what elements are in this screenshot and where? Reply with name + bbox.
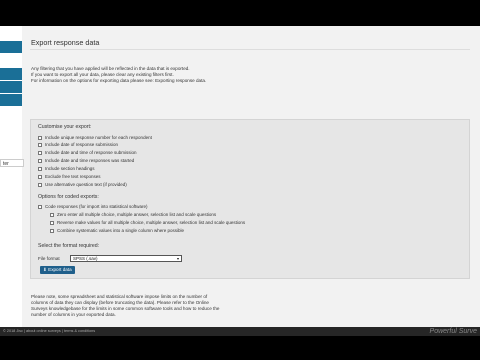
checkbox[interactable]: [38, 158, 42, 163]
checkbox[interactable]: [38, 182, 42, 187]
file-format-select[interactable]: SPSS (.sav) ▾: [70, 255, 182, 262]
checkbox[interactable]: [38, 166, 42, 171]
site-footer: © 2018 Jisc | about online surveys | ter…: [0, 327, 480, 336]
divider: [30, 49, 470, 50]
option-code-responses[interactable]: Code responses (for import into statisti…: [38, 204, 148, 209]
option-response-number[interactable]: Include unique response number for each …: [38, 135, 152, 140]
download-icon: ⬇: [43, 267, 47, 272]
sidebar-button[interactable]: [0, 94, 22, 106]
option-section-headings[interactable]: Include section headings: [38, 166, 95, 171]
option-submission-date[interactable]: Include date of response submission: [38, 142, 118, 147]
note-line: number of columns in your exported data.: [31, 312, 116, 317]
checkbox[interactable]: [38, 150, 42, 155]
intro-line: For information on the options for expor…: [31, 78, 207, 83]
option-alternative-text[interactable]: Use alternative question text (if provid…: [38, 182, 127, 187]
option-submission-datetime[interactable]: Include date and time of response submis…: [38, 150, 137, 155]
checkbox[interactable]: [38, 174, 42, 179]
column-limit-note: Please note, some spreadsheet and statis…: [31, 294, 219, 318]
export-data-button[interactable]: ⬇ Export data: [40, 266, 75, 274]
checkbox[interactable]: [38, 204, 42, 209]
coded-title: Options for coded exports:: [38, 194, 99, 200]
export-options-panel: Customise your export: Include unique re…: [30, 119, 470, 279]
footer-tagline: Powerful Surve: [429, 328, 477, 335]
option-exclude-free-text[interactable]: Exclude free text responses: [38, 174, 101, 179]
main-content: Export response data Any filtering that …: [27, 26, 480, 317]
browser-viewport: ter Export response data Any filtering t…: [0, 26, 480, 336]
sidebar-button[interactable]: [0, 41, 22, 53]
footer-links[interactable]: © 2018 Jisc | about online surveys | ter…: [3, 329, 95, 333]
checkbox[interactable]: [50, 220, 54, 225]
page-title: Export response data: [31, 38, 100, 47]
checkbox[interactable]: [50, 228, 54, 233]
intro-text: Any filtering that you have applied will…: [31, 66, 206, 84]
file-format-label: File format: [38, 256, 60, 261]
checkbox[interactable]: [50, 212, 54, 217]
checkbox[interactable]: [38, 135, 42, 140]
sidebar-button[interactable]: [0, 68, 22, 80]
option-zero-enter[interactable]: Zero enter all multiple choice, multiple…: [50, 212, 216, 217]
left-sidebar: ter: [0, 26, 24, 336]
option-reverse-values[interactable]: Reverse make values for all multiple cho…: [50, 220, 245, 225]
chevron-down-icon: ▾: [176, 256, 179, 261]
format-title: Select the format required:: [38, 243, 100, 249]
checkbox[interactable]: [38, 142, 42, 147]
video-frame: ter Export response data Any filtering t…: [0, 0, 480, 360]
option-started-datetime[interactable]: Include date and time responses was star…: [38, 158, 134, 163]
customise-title: Customise your export:: [38, 124, 92, 130]
option-combine-values[interactable]: Combine systematic values into a single …: [50, 228, 184, 233]
sidebar-button[interactable]: [0, 81, 22, 93]
sidebar-filter-tab[interactable]: ter: [0, 159, 24, 167]
